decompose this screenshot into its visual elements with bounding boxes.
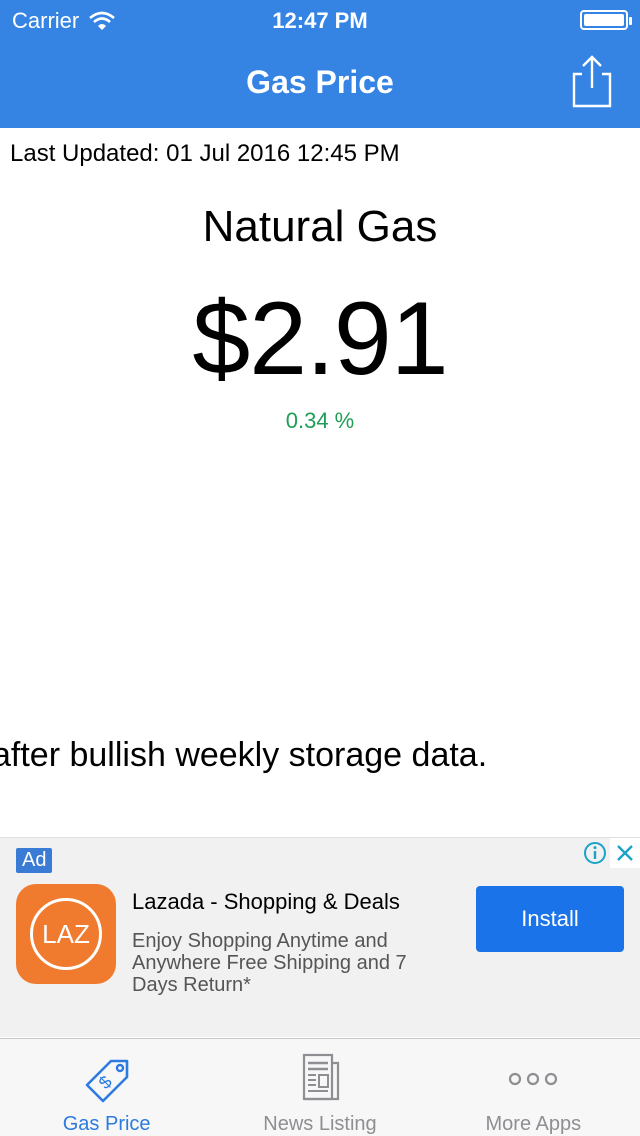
ad-description: Enjoy Shopping Anytime and Anywhere Free… [132, 930, 407, 996]
status-time: 12:47 PM [272, 8, 368, 33]
ad-banner[interactable]: Ad LAZ Lazada - Shopping & Deals Enjoy S… [0, 837, 640, 1037]
tab-more-apps[interactable]: More Apps [427, 1039, 640, 1136]
price-value: $2.91 [192, 281, 448, 397]
last-updated-label: Last Updated: 01 Jul 2016 12:45 PM [10, 140, 400, 167]
ad-close-button[interactable] [610, 838, 640, 868]
news-ticker[interactable]: after bullish weekly storage data. [0, 736, 640, 786]
ad-controls [580, 838, 640, 870]
share-icon [572, 55, 612, 108]
tab-news-listing[interactable]: News Listing [213, 1039, 426, 1136]
tab-label-more-apps: More Apps [485, 1113, 582, 1135]
more-dots-icon [503, 1049, 563, 1109]
page-title: Gas Price [246, 64, 394, 100]
install-button[interactable]: Install [476, 886, 624, 952]
commodity-name: Natural Gas [202, 202, 438, 251]
ticker-text: after bullish weekly storage data. [0, 736, 488, 774]
price-tag-icon: $ [77, 1049, 137, 1109]
price-change: 0.34 % [285, 408, 355, 433]
tab-label-gas-price: Gas Price [62, 1113, 151, 1135]
close-icon [617, 845, 633, 861]
ad-badge: Ad [16, 848, 53, 873]
tab-gas-price[interactable]: $ Gas Price [0, 1039, 213, 1136]
ad-info-button[interactable] [580, 838, 610, 868]
info-icon [584, 842, 606, 864]
battery-icon [580, 10, 632, 30]
header: Carrier 12:47 PM Gas Price [0, 0, 640, 128]
ad-app-icon-logo: LAZ [30, 898, 102, 970]
status-bar: Carrier 12:47 PM [0, 0, 640, 40]
tab-bar: $ Gas Price News Listing More Apps [0, 1038, 640, 1136]
tab-label-news-listing: News Listing [263, 1113, 377, 1135]
newspaper-icon [290, 1049, 350, 1109]
ad-title[interactable]: Lazada - Shopping & Deals [132, 889, 400, 915]
share-button[interactable] [568, 54, 616, 110]
ad-app-icon[interactable]: LAZ [16, 884, 116, 984]
